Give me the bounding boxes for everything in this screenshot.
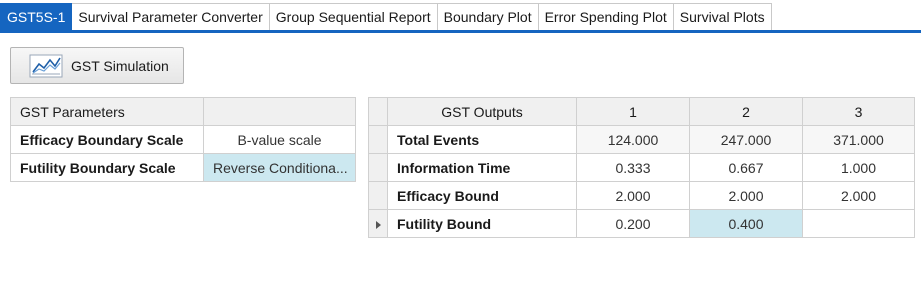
efficacy-bound-1[interactable]: 2.000 — [576, 181, 690, 210]
row-selector-current[interactable] — [368, 209, 388, 238]
information-time-label: Information Time — [387, 153, 577, 182]
column-header-3[interactable]: 3 — [802, 97, 915, 126]
efficacy-bound-2[interactable]: 2.000 — [689, 181, 803, 210]
efficacy-bound-3[interactable]: 2.000 — [802, 181, 915, 210]
outputs-header: GST Outputs — [387, 97, 577, 126]
efficacy-bound-label: Efficacy Bound — [387, 181, 577, 210]
row-selector[interactable] — [368, 153, 388, 182]
row-selector[interactable] — [368, 125, 388, 154]
tab-list: GST5S-1 Survival Parameter Converter Gro… — [0, 3, 772, 30]
efficacy-boundary-scale-value[interactable]: B-value scale — [203, 125, 356, 154]
table-row: Futility Bound 0.200 0.400 — [368, 209, 915, 238]
table-row: Efficacy Bound 2.000 2.000 2.000 — [368, 181, 915, 210]
information-time-3[interactable]: 1.000 — [802, 153, 915, 182]
efficacy-boundary-scale-label: Efficacy Boundary Scale — [10, 125, 204, 154]
outputs-corner — [368, 97, 388, 126]
gst-simulation-button[interactable]: GST Simulation — [10, 47, 184, 84]
params-row-futility: Futility Boundary Scale Reverse Conditio… — [10, 153, 356, 182]
params-row-efficacy: Efficacy Boundary Scale B-value scale — [10, 125, 356, 154]
total-events-3[interactable]: 371.000 — [802, 125, 915, 154]
gst-parameters-grid: GST Parameters Efficacy Boundary Scale B… — [10, 97, 356, 182]
information-time-2[interactable]: 0.667 — [689, 153, 803, 182]
params-header-blank — [203, 97, 356, 126]
tab-survival-parameter-converter[interactable]: Survival Parameter Converter — [72, 3, 270, 30]
tab-error-spending-plot[interactable]: Error Spending Plot — [538, 3, 674, 30]
table-row: Information Time 0.333 0.667 1.000 — [368, 153, 915, 182]
tab-gst5s-1[interactable]: GST5S-1 — [0, 3, 73, 30]
information-time-1[interactable]: 0.333 — [576, 153, 690, 182]
futility-bound-2[interactable]: 0.400 — [689, 209, 803, 238]
futility-bound-3[interactable] — [802, 209, 915, 238]
params-header: GST Parameters — [10, 97, 204, 126]
column-header-1[interactable]: 1 — [576, 97, 690, 126]
tab-boundary-plot[interactable]: Boundary Plot — [437, 3, 539, 30]
tab-group-sequential-report[interactable]: Group Sequential Report — [269, 3, 438, 30]
futility-boundary-scale-value[interactable]: Reverse Conditiona... — [203, 153, 356, 182]
line-chart-icon — [29, 54, 63, 78]
params-header-row: GST Parameters — [10, 97, 356, 126]
current-row-arrow-icon — [375, 220, 381, 229]
futility-boundary-scale-label: Futility Boundary Scale — [10, 153, 204, 182]
total-events-label: Total Events — [387, 125, 577, 154]
tab-survival-plots[interactable]: Survival Plots — [673, 3, 772, 30]
futility-bound-1[interactable]: 0.200 — [576, 209, 690, 238]
gst-outputs-grid: GST Outputs 1 2 3 Total Events 124.000 2… — [368, 97, 915, 238]
futility-bound-label: Futility Bound — [387, 209, 577, 238]
gst-simulation-label: GST Simulation — [71, 57, 169, 74]
row-selector[interactable] — [368, 181, 388, 210]
table-row: Total Events 124.000 247.000 371.000 — [368, 125, 915, 154]
total-events-1[interactable]: 124.000 — [576, 125, 690, 154]
total-events-2[interactable]: 247.000 — [689, 125, 803, 154]
tab-underline — [0, 30, 921, 33]
outputs-header-row: GST Outputs 1 2 3 — [368, 97, 915, 126]
tab-strip: GST5S-1 Survival Parameter Converter Gro… — [0, 0, 921, 33]
column-header-2[interactable]: 2 — [689, 97, 803, 126]
